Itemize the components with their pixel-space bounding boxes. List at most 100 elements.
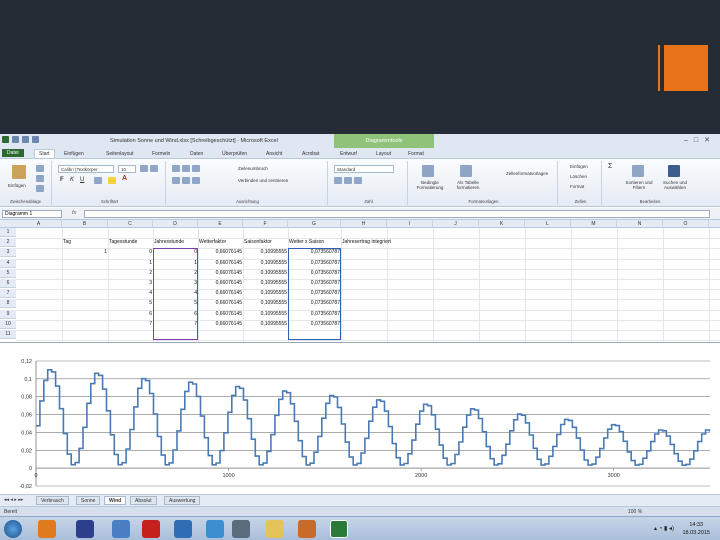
cell-wetterfaktor[interactable]: 0,66076145	[199, 320, 242, 329]
tab-start[interactable]: Start	[34, 149, 55, 158]
row-header-2[interactable]: 2	[0, 238, 16, 248]
align-right-icon[interactable]	[192, 177, 200, 184]
start-button-icon[interactable]	[4, 520, 22, 538]
row-header-6[interactable]: 6	[0, 279, 16, 288]
header-wetterfaktor[interactable]: Wetterfaktor	[199, 238, 242, 247]
cell-saisonfaktor[interactable]: 0,10995555	[244, 279, 287, 288]
percent-icon[interactable]	[344, 177, 352, 184]
column-header-n[interactable]: N	[617, 220, 663, 228]
fx-icon[interactable]: fx	[72, 210, 76, 216]
acrobat-icon[interactable]	[142, 520, 160, 538]
cell-tagesstunde[interactable]: 2	[109, 269, 152, 278]
cell-tagesstunde[interactable]: 6	[109, 310, 152, 319]
cell-wetterfaktor[interactable]: 0,66076145	[199, 289, 242, 298]
tab-file[interactable]: Datei	[2, 149, 24, 157]
border-icon[interactable]	[94, 177, 102, 184]
system-tray[interactable]: ▴ ◔ ▮ ◂)	[654, 525, 674, 532]
cell-wetterfaktor[interactable]: 0,66076145	[199, 269, 242, 278]
lync-icon[interactable]	[206, 520, 224, 538]
conditional-format-icon[interactable]	[422, 165, 434, 177]
row-header-7[interactable]: 7	[0, 289, 16, 299]
cell-wetterfaktor[interactable]: 0,66076145	[199, 259, 242, 268]
column-header-i[interactable]: I	[387, 220, 433, 228]
cell-tagesstunde[interactable]: 3	[109, 279, 152, 288]
cut-icon[interactable]	[36, 165, 44, 172]
tab-formulas[interactable]: Formeln	[152, 151, 170, 157]
column-header-g[interactable]: G	[288, 220, 341, 228]
column-header-e[interactable]: E	[198, 220, 243, 228]
undo-icon[interactable]	[22, 136, 29, 143]
sheet-tab-absolut[interactable]: Absolut	[130, 496, 157, 505]
row-header-3[interactable]: 3	[0, 248, 16, 258]
formula-input[interactable]	[84, 210, 710, 218]
autosum-icon[interactable]: Σ	[608, 163, 612, 170]
header-wetter-x-saison[interactable]: Wetter x Saison	[289, 238, 340, 247]
app-settings-icon[interactable]	[232, 520, 250, 538]
tab-acrobat[interactable]: Acrobat	[302, 151, 319, 157]
paste-button[interactable]: Einfügen	[8, 183, 26, 188]
cell-saisonfaktor[interactable]: 0,10995555	[244, 259, 287, 268]
delete-cells-button[interactable]: Löschen	[570, 174, 587, 179]
font-color-icon[interactable]: A	[122, 175, 127, 182]
column-header-d[interactable]: D	[153, 220, 198, 228]
conditional-format-button[interactable]: Bedingte Formatierung	[414, 180, 446, 190]
row-header-5[interactable]: 5	[0, 268, 16, 278]
currency-icon[interactable]	[334, 177, 342, 184]
header-tagesstunde[interactable]: Tagesstunde	[109, 238, 152, 247]
column-header-k[interactable]: K	[479, 220, 525, 228]
save-icon[interactable]	[12, 136, 19, 143]
underline-icon[interactable]: U	[80, 177, 84, 183]
column-header-m[interactable]: M	[571, 220, 617, 228]
find-select-button[interactable]: Suchen und Auswählen	[658, 180, 692, 190]
align-top-icon[interactable]	[172, 165, 180, 172]
row-header-4[interactable]: 4	[0, 258, 16, 268]
cell-saisonfaktor[interactable]: 0,10995555	[244, 248, 287, 257]
cell-saisonfaktor[interactable]: 0,10995555	[244, 289, 287, 298]
wrap-text-button[interactable]: Zeilenumbruch	[238, 166, 268, 171]
cell-tagesstunde[interactable]: 7	[109, 320, 152, 329]
cell-saisonfaktor[interactable]: 0,10995555	[244, 299, 287, 308]
cell-styles-button[interactable]: Zellenformatvorlagen	[506, 171, 548, 176]
cell-tagesstunde[interactable]: 0	[109, 248, 152, 257]
zoom-level[interactable]: 100 %	[628, 509, 642, 515]
cell-wetterfaktor[interactable]: 0,66076145	[199, 299, 242, 308]
cell-wetterfaktor[interactable]: 0,66076145	[199, 248, 242, 257]
align-middle-icon[interactable]	[182, 165, 190, 172]
tab-layout[interactable]: Layout	[376, 151, 391, 157]
tab-data[interactable]: Daten	[190, 151, 203, 157]
align-left-icon[interactable]	[172, 177, 180, 184]
window-controls[interactable]: –□✕	[684, 136, 716, 144]
header-tag[interactable]: Tag	[63, 238, 107, 247]
column-header-a[interactable]: A	[16, 220, 62, 228]
align-bottom-icon[interactable]	[192, 165, 200, 172]
header-jahresstunde[interactable]: Jahresstunde	[154, 238, 197, 247]
font-name-select[interactable]: Calibri (Textkörper	[58, 165, 114, 173]
insert-cells-button[interactable]: Einfügen	[570, 164, 588, 169]
chart[interactable]: -0,02 0 0,02 0,04 0,06 0,08 0,1 0,12 0 1000 2000 30…	[0, 342, 720, 494]
merge-center-button[interactable]: Verbinden und zentrieren	[238, 178, 288, 183]
shrink-font-icon[interactable]	[150, 165, 158, 172]
internet-explorer-icon[interactable]	[174, 520, 192, 538]
row-header-11[interactable]: 11	[0, 330, 16, 339]
fill-color-icon[interactable]	[108, 177, 116, 184]
cell-saisonfaktor[interactable]: 0,10995555	[244, 310, 287, 319]
name-box[interactable]: Diagramm 1	[2, 210, 62, 218]
powerpoint-icon[interactable]	[298, 520, 316, 538]
cell-tagesstunde[interactable]: 5	[109, 299, 152, 308]
find-icon[interactable]	[668, 165, 680, 177]
sort-filter-icon[interactable]	[632, 165, 644, 177]
sheet-tab-verbrauch[interactable]: Verbrauch	[36, 496, 69, 505]
cell-tag[interactable]: 1	[63, 248, 107, 257]
redo-icon[interactable]	[32, 136, 39, 143]
copy-icon[interactable]	[36, 175, 44, 182]
tab-insert[interactable]: Einfügen	[64, 151, 84, 157]
format-cells-button[interactable]: Format	[570, 184, 584, 189]
tab-page-layout[interactable]: Seitenlayout	[106, 151, 134, 157]
number-format-select[interactable]: Standard	[334, 165, 394, 173]
clock[interactable]: 14:33 18.03.2015	[682, 521, 710, 537]
column-header-o[interactable]: O	[663, 220, 709, 228]
app-sync-icon[interactable]	[112, 520, 130, 538]
row-header-8[interactable]: 8	[0, 299, 16, 309]
font-size-select[interactable]: 10	[118, 165, 136, 173]
explorer-folder-icon[interactable]	[266, 520, 284, 538]
